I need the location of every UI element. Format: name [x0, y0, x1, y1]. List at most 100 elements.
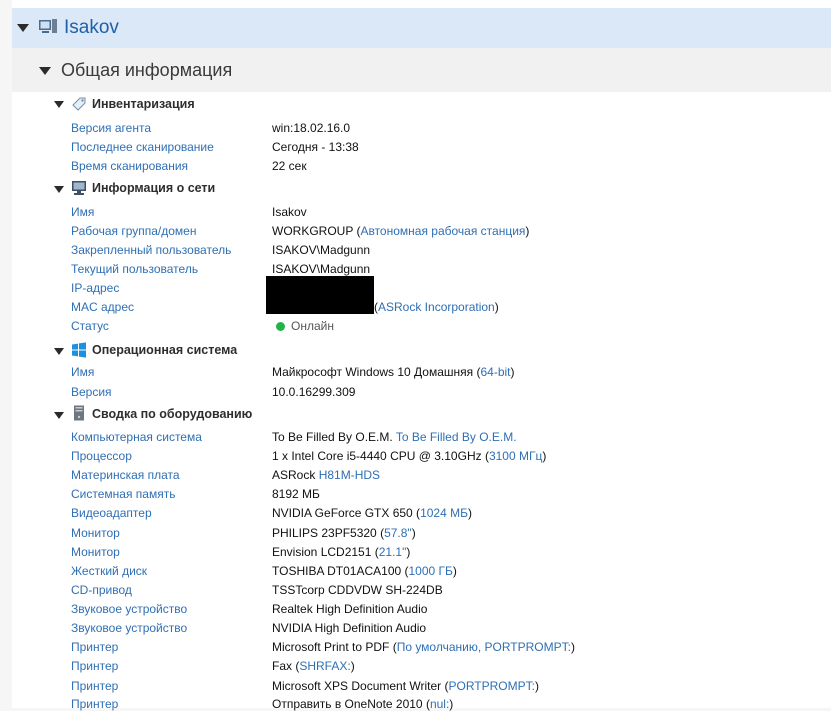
field-label-printer-4[interactable]: Принтер: [71, 697, 118, 711]
video-text: NVIDIA GeForce GTX 650 (: [272, 506, 421, 520]
field-label-motherboard[interactable]: Материнская плата: [71, 468, 180, 482]
motherboard-model-link[interactable]: H81M-HDS: [319, 468, 380, 482]
field-label-sound-1[interactable]: Звуковое устройство: [71, 602, 187, 616]
field-value-name: Isakov: [272, 205, 307, 219]
tag-icon: [71, 96, 87, 112]
printer-2-tail: ): [350, 659, 355, 673]
cpu-text: 1 x Intel Core i5-4440 CPU @ 3.10GHz (: [272, 449, 489, 463]
field-label-cpu[interactable]: Процессор: [71, 449, 132, 463]
field-value-sound-2: NVIDIA High Definition Audio: [272, 621, 427, 635]
field-value-video: NVIDIA GeForce GTX 650 (1024 МБ): [272, 506, 472, 520]
monitor-1-size-link[interactable]: 57.8": [384, 526, 412, 540]
disk-text: TOSHIBA DT01ACA100 (: [272, 564, 409, 578]
field-label-monitor-2[interactable]: Монитор: [71, 545, 120, 559]
field-label-memory[interactable]: Системная память: [71, 487, 175, 501]
motherboard-text: ASRock: [272, 468, 319, 482]
field-label-os-version[interactable]: Версия: [71, 385, 112, 399]
printer-1-port-link[interactable]: По умолчанию, PORTPROMPT:: [397, 640, 571, 654]
section-title-inventory: Инвентаризация: [92, 97, 195, 111]
computer-header[interactable]: [12, 8, 831, 49]
field-label-assigned-user[interactable]: Закрепленный пользователь: [71, 243, 231, 257]
field-value-disk: TOSHIBA DT01ACA100 (1000 ГБ): [272, 564, 457, 578]
monitor-1-tail: ): [411, 526, 416, 540]
field-value-computer-system: To Be Filled By O.E.M. To Be Filled By O…: [272, 430, 517, 444]
os-name-text: Майкрософт Windows 10 Домашняя (: [272, 365, 481, 379]
workgroup-tail: ): [525, 224, 530, 238]
field-label-ip[interactable]: IP-адрес: [71, 281, 119, 295]
cpu-frequency-link[interactable]: 3100 МГц: [489, 449, 542, 463]
field-value-scan-time: 22 сек: [272, 159, 307, 173]
cpu-tail: ): [542, 449, 547, 463]
field-label-cdrom[interactable]: CD-привод: [71, 583, 132, 597]
field-label-printer-2[interactable]: Принтер: [71, 659, 118, 673]
field-value-monitor-2: Envision LCD2151 (21.1"): [272, 545, 410, 559]
field-value-os-version: 10.0.16299.309: [272, 385, 356, 399]
windows-logo-icon: [71, 342, 87, 358]
monitor-2-tail: ): [406, 545, 411, 559]
field-value-agent-version: win:18.02.16.0: [272, 121, 351, 135]
collapse-inventory-icon[interactable]: [54, 101, 64, 108]
field-value-motherboard: ASRock H81M-HDS: [272, 468, 380, 482]
printer-1-text: Microsoft Print to PDF (: [272, 640, 397, 654]
computer-system-text: To Be Filled By O.E.M.: [272, 430, 396, 444]
field-label-printer-1[interactable]: Принтер: [71, 640, 118, 654]
field-value-mac-vendor: (ASRock Incorporation): [374, 300, 499, 314]
collapse-network-icon[interactable]: [54, 186, 64, 193]
field-label-os-name[interactable]: Имя: [71, 365, 94, 379]
disk-size-link[interactable]: 1000 ГБ: [409, 564, 453, 578]
printer-3-port-link[interactable]: PORTPROMPT:: [448, 679, 534, 693]
redacted-block: [266, 276, 374, 314]
field-label-current-user[interactable]: Текущий пользователь: [71, 262, 198, 276]
field-label-mac[interactable]: MAC адрес: [71, 300, 134, 314]
os-arch-link[interactable]: 64-bit: [481, 365, 511, 379]
section-title-network: Информация о сети: [92, 181, 216, 195]
field-value-printer-4: Отправить в OneNote 2010 (nul:): [272, 697, 453, 711]
collapse-os-icon[interactable]: [54, 348, 64, 355]
printer-3-tail: ): [534, 679, 539, 693]
field-value-current-user: ISAKOV\Madgunn: [272, 262, 371, 276]
field-label-agent-version[interactable]: Версия агента: [71, 121, 151, 135]
field-value-os-name: Майкрософт Windows 10 Домашняя (64-bit): [272, 365, 515, 379]
field-label-workgroup[interactable]: Рабочая группа/домен: [71, 224, 196, 238]
video-tail: ): [467, 506, 472, 520]
computer-icon: [39, 19, 57, 35]
computer-system-link[interactable]: To Be Filled By O.E.M.: [396, 430, 517, 444]
field-label-video[interactable]: Видеоадаптер: [71, 506, 152, 520]
monitor-2-text: Envision LCD2151 (: [272, 545, 379, 559]
field-label-status[interactable]: Статус: [71, 319, 109, 333]
status-text: Онлайн: [291, 319, 334, 333]
monitor-2-size-link[interactable]: 21.1": [379, 545, 407, 559]
os-name-tail: ): [510, 365, 515, 379]
printer-2-port-link[interactable]: SHRFAX:: [299, 659, 350, 673]
collapse-computer-icon[interactable]: [17, 24, 29, 32]
field-label-scan-time[interactable]: Время сканирования: [71, 159, 188, 173]
field-value-printer-1: Microsoft Print to PDF (По умолчанию, PO…: [272, 640, 575, 654]
field-value-monitor-1: PHILIPS 23PF5320 (57.8"): [272, 526, 416, 540]
field-label-disk[interactable]: Жесткий диск: [71, 564, 147, 578]
field-value-last-scan: Сегодня - 13:38: [272, 140, 359, 154]
field-value-printer-3: Microsoft XPS Document Writer (PORTPROMP…: [272, 679, 539, 693]
mac-vendor-link[interactable]: ASRock Incorporation: [378, 300, 495, 314]
printer-1-tail: ): [570, 640, 575, 654]
field-label-last-scan[interactable]: Последнее сканирование: [71, 140, 214, 154]
video-memory-link[interactable]: 1024 МБ: [420, 506, 468, 520]
collapse-general-icon[interactable]: [39, 67, 51, 75]
monitor-icon: [71, 180, 87, 196]
section-title-hardware: Сводка по оборудованию: [92, 407, 253, 421]
printer-4-tail: ): [449, 697, 454, 711]
field-label-printer-3[interactable]: Принтер: [71, 679, 118, 693]
printer-4-port-link[interactable]: nul:: [430, 697, 449, 711]
field-value-memory: 8192 МБ: [272, 487, 320, 501]
field-value-printer-2: Fax (SHRFAX:): [272, 659, 355, 673]
field-label-name[interactable]: Имя: [71, 205, 94, 219]
collapse-hardware-icon[interactable]: [54, 412, 64, 419]
field-label-monitor-1[interactable]: Монитор: [71, 526, 120, 540]
printer-4-text: Отправить в OneNote 2010 (: [272, 697, 430, 711]
computer-name[interactable]: Isakov: [64, 17, 119, 39]
workgroup-link[interactable]: Автономная рабочая станция: [360, 224, 525, 238]
field-label-sound-2[interactable]: Звуковое устройство: [71, 621, 187, 635]
mac-tail: ): [494, 300, 499, 314]
printer-2-text: Fax (: [272, 659, 300, 673]
general-info-title: Общая информация: [61, 60, 233, 80]
field-label-computer-system[interactable]: Компьютерная система: [71, 430, 202, 444]
